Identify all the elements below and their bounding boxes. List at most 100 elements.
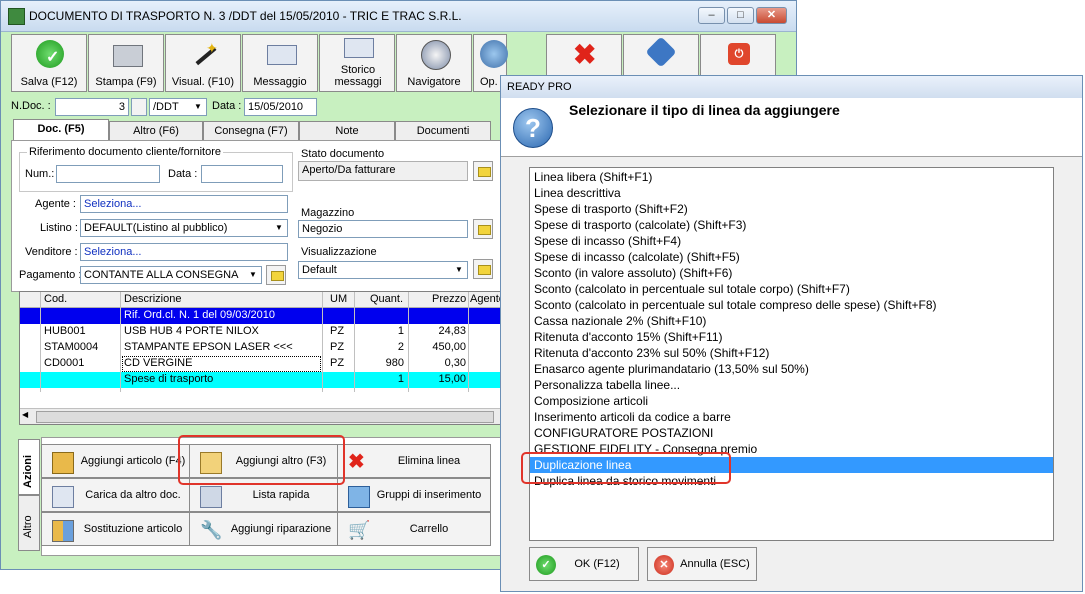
save-button[interactable]: ✓ Salva (F12) xyxy=(11,34,87,92)
date-input[interactable]: 15/05/2010 xyxy=(244,98,317,116)
list-item-composizione[interactable]: Composizione articoli xyxy=(534,393,1053,409)
grid-rows: Rif. Ord.cl. N. 1 del 09/03/2010 HUB001 … xyxy=(20,308,504,392)
magazzino-input[interactable]: Negozio xyxy=(298,220,468,238)
tab-note[interactable]: Note xyxy=(299,121,395,140)
tab-consegna[interactable]: Consegna (F7) xyxy=(203,121,299,140)
column-header-cod[interactable]: Cod. xyxy=(44,293,67,305)
list-item-enasarco[interactable]: Enasarco agente plurimandatario (13,50% … xyxy=(534,361,1053,377)
visualizzazione-folder-button[interactable] xyxy=(473,259,493,279)
num-input[interactable] xyxy=(56,165,160,183)
table-row[interactable]: Rif. Ord.cl. N. 1 del 09/03/2010 xyxy=(20,308,504,324)
line-type-list[interactable]: Linea libera (Shift+F1) Linea descrittiv… xyxy=(529,167,1054,541)
cell-quant: 2 xyxy=(397,341,404,353)
navigator-button[interactable]: Navigatore xyxy=(396,34,472,92)
listino-select[interactable]: DEFAULT(Listino al pubblico) ▼ xyxy=(80,219,288,237)
agente-input[interactable]: Seleziona... xyxy=(80,195,288,213)
pagamento-folder-button[interactable] xyxy=(266,265,286,285)
message-history-label: Storico messaggi xyxy=(334,64,382,88)
list-item-personalizza[interactable]: Personalizza tabella linee... xyxy=(534,377,1053,393)
exit-button[interactable]: ⏻ xyxy=(700,34,776,76)
list-item-ritenuta-15[interactable]: Ritenuta d'acconto 15% (Shift+F11) xyxy=(534,329,1053,345)
ref-date-input[interactable] xyxy=(201,165,283,183)
horizontal-scrollbar[interactable]: ◀ xyxy=(20,408,504,424)
list-item-linea-libera[interactable]: Linea libera (Shift+F1) xyxy=(534,169,1053,185)
list-item-codice-barre[interactable]: Inserimento articoli da codice a barre xyxy=(534,409,1053,425)
check-mark-icon: ✓ xyxy=(46,49,60,66)
table-row[interactable]: CD0001 CD VERGINE PZ 980 0,30 xyxy=(20,356,504,372)
scroll-left-icon[interactable]: ◀ xyxy=(22,410,28,419)
add-article-button[interactable]: Aggiungi articolo (F4) xyxy=(41,444,195,478)
cell-prezzo: 0,30 xyxy=(444,357,466,369)
visualizzazione-select[interactable]: Default ▼ xyxy=(298,261,468,279)
message-history-button[interactable]: Storico messaggi xyxy=(319,34,395,92)
load-from-doc-button[interactable]: Carica da altro doc. xyxy=(41,478,195,512)
cancel-button[interactable]: ✕ Annulla (ESC) xyxy=(647,547,757,581)
cell-descr: STAMPANTE EPSON LASER <<< xyxy=(124,341,293,353)
list-item-spese-trasporto[interactable]: Spese di trasporto (Shift+F2) xyxy=(534,201,1053,217)
agente-label: Agente : xyxy=(35,198,76,210)
venditore-input[interactable]: Seleziona... xyxy=(80,243,288,261)
ok-button[interactable]: ✓ OK (F12) xyxy=(529,547,639,581)
message-button[interactable]: Messaggio xyxy=(242,34,318,92)
series-select-value: /DDT xyxy=(153,101,179,113)
cart-button[interactable]: 🛒 Carrello xyxy=(337,512,491,546)
list-item-linea-descrittiva[interactable]: Linea descrittiva xyxy=(534,185,1053,201)
table-row[interactable]: HUB001 USB HUB 4 PORTE NILOX PZ 1 24,83 xyxy=(20,324,504,340)
list-item-spese-incasso-calcolate[interactable]: Spese di incasso (calcolate) (Shift+F5) xyxy=(534,249,1053,265)
tab-documenti[interactable]: Documenti xyxy=(395,121,491,140)
delete-line-button[interactable]: ✖ Elimina linea xyxy=(337,444,491,478)
tab-altro[interactable]: Altro (F6) xyxy=(109,121,203,140)
pagamento-select-value: CONTANTE ALLA CONSEGNA xyxy=(84,269,239,281)
visual-button[interactable]: ✦ Visual. (F10) xyxy=(165,34,241,92)
list-item-cassa-nazionale[interactable]: Cassa nazionale 2% (Shift+F10) xyxy=(534,313,1053,329)
replace-article-button[interactable]: Sostituzione articolo xyxy=(41,512,195,546)
add-article-label: Aggiungi articolo (F4) xyxy=(80,455,186,467)
printer-icon xyxy=(113,45,143,67)
cart-label: Carrello xyxy=(409,523,449,535)
add-repair-button[interactable]: 🔧 Aggiungi riparazione xyxy=(189,512,343,546)
column-header-descrizione[interactable]: Descrizione xyxy=(124,293,181,305)
magazzino-folder-button[interactable] xyxy=(473,219,493,239)
cell-descr: Rif. Ord.cl. N. 1 del 09/03/2010 xyxy=(124,309,276,321)
minimize-button[interactable]: – xyxy=(698,7,725,24)
column-header-um[interactable]: UM xyxy=(330,293,347,305)
cell-quant: 1 xyxy=(397,325,404,337)
search-document-button[interactable] xyxy=(623,34,699,76)
delete-line-label: Elimina linea xyxy=(397,455,461,467)
list-item-ritenuta-23[interactable]: Ritenuta d'acconto 23% sul 50% (Shift+F1… xyxy=(534,345,1053,361)
side-tab-altro-label: Altro xyxy=(22,515,34,538)
list-item-configuratore[interactable]: CONFIGURATORE POSTAZIONI xyxy=(534,425,1053,441)
list-item-sconto-totale-corpo[interactable]: Sconto (calcolato in percentuale sul tot… xyxy=(534,281,1053,297)
side-tab-azioni[interactable]: Azioni xyxy=(18,439,40,495)
visual-button-label: Visual. (F10) xyxy=(171,76,235,88)
compass-icon xyxy=(421,40,451,70)
stato-folder-button[interactable] xyxy=(473,161,493,181)
scrollbar-thumb[interactable] xyxy=(36,411,494,423)
pagamento-select[interactable]: CONTANTE ALLA CONSEGNA ▼ xyxy=(80,266,262,284)
series-select[interactable]: /DDT ▼ xyxy=(149,98,207,116)
ok-check-icon: ✓ xyxy=(536,555,556,575)
delete-document-button[interactable]: ✖ xyxy=(546,34,622,76)
table-row[interactable]: STAM0004 STAMPANTE EPSON LASER <<< PZ 2 … xyxy=(20,340,504,356)
table-row[interactable]: Spese di trasporto 1 15,00 xyxy=(20,372,504,388)
side-tab-azioni-label: Azioni xyxy=(22,455,34,488)
ndoc-spin-button[interactable] xyxy=(131,98,147,116)
side-tab-altro[interactable]: Altro xyxy=(18,495,40,551)
window-titlebar[interactable]: DOCUMENTO DI TRASPORTO N. 3 /DDT del 15/… xyxy=(1,1,796,32)
dialog-titlebar[interactable]: READY PRO xyxy=(501,76,1082,98)
tab-doc[interactable]: Doc. (F5) xyxy=(13,119,109,141)
column-header-quant[interactable]: Quant. xyxy=(370,293,403,305)
insert-groups-button[interactable]: Gruppi di inserimento xyxy=(337,478,491,512)
list-item-sconto-totale-spese[interactable]: Sconto (calcolato in percentuale sul tot… xyxy=(534,297,1053,313)
list-item-sconto-assoluto[interactable]: Sconto (in valore assoluto) (Shift+F6) xyxy=(534,265,1053,281)
close-button[interactable]: ✕ xyxy=(756,7,787,24)
document-lines-grid[interactable]: Cod. Descrizione UM Quant. Prezzo Agente… xyxy=(19,291,505,425)
ndoc-label: N.Doc. : xyxy=(11,100,51,112)
maximize-button[interactable]: □ xyxy=(727,7,754,24)
list-item-spese-incasso[interactable]: Spese di incasso (Shift+F4) xyxy=(534,233,1053,249)
column-header-prezzo[interactable]: Prezzo xyxy=(432,293,466,305)
print-button[interactable]: Stampa (F9) xyxy=(88,34,164,92)
list-item-spese-trasporto-calcolate[interactable]: Spese di trasporto (calcolate) (Shift+F3… xyxy=(534,217,1053,233)
cancel-button-label: Annulla (ESC) xyxy=(680,558,750,570)
ndoc-input[interactable]: 3 xyxy=(55,98,129,116)
